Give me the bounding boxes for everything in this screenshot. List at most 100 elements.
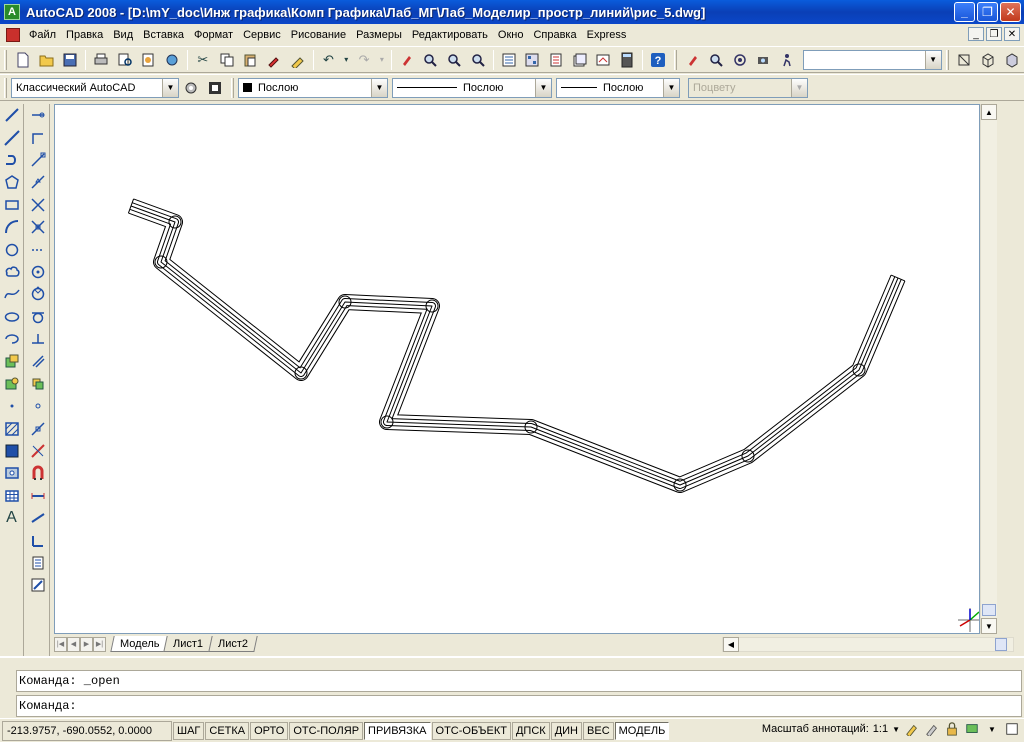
redo-icon[interactable]: ↷ xyxy=(353,49,375,71)
toggle-snap[interactable]: ШАГ xyxy=(173,721,205,740)
toggle-polar[interactable]: ОТС-ПОЛЯР xyxy=(289,721,364,740)
minimize-button[interactable]: _ xyxy=(954,2,975,22)
prev-tab-icon[interactable]: ◀ xyxy=(67,636,80,652)
new-icon[interactable] xyxy=(12,49,34,71)
snap-intersection-icon[interactable] xyxy=(27,194,49,216)
snap-node-icon[interactable] xyxy=(27,395,49,417)
snap-none-icon[interactable] xyxy=(27,440,49,462)
menu-dimension[interactable]: Размеры xyxy=(351,29,407,41)
chevron-down-icon[interactable]: ▼ xyxy=(162,78,178,97)
menu-window[interactable]: Окно xyxy=(493,29,529,41)
my-workspace-icon[interactable] xyxy=(204,77,226,99)
horizontal-scrollbar[interactable]: ◀ xyxy=(722,637,1014,652)
scroll-down-icon[interactable]: ▼ xyxy=(981,618,997,634)
toggle-ortho[interactable]: ОРТО xyxy=(250,721,289,740)
tab-layout1[interactable]: Лист1 xyxy=(163,636,214,652)
2d-wireframe-icon[interactable] xyxy=(954,49,976,71)
point-icon[interactable] xyxy=(1,395,23,417)
toolbar-grip[interactable] xyxy=(673,49,677,70)
toggle-grid[interactable]: СЕТКА xyxy=(205,721,250,740)
menu-modify[interactable]: Редактировать xyxy=(407,29,493,41)
table-icon[interactable] xyxy=(1,485,23,507)
circle-icon[interactable] xyxy=(1,238,23,260)
snap-nearest-icon[interactable] xyxy=(27,417,49,439)
multiline-text-icon[interactable]: A xyxy=(1,507,23,529)
doc-close-button[interactable]: ✕ xyxy=(1004,27,1020,41)
menu-express[interactable]: Express xyxy=(582,29,632,41)
snap-insert-icon[interactable] xyxy=(27,373,49,395)
last-tab-icon[interactable]: ▶| xyxy=(93,636,106,652)
auto-scale-icon[interactable] xyxy=(924,721,940,737)
line-icon[interactable] xyxy=(1,104,23,126)
orbit-icon[interactable] xyxy=(729,49,751,71)
doc-restore-button[interactable]: ❐ xyxy=(986,27,1002,41)
toolbar-grip[interactable] xyxy=(4,49,7,70)
snap-perpendicular-icon[interactable] xyxy=(27,328,49,350)
snap-tangent-icon[interactable] xyxy=(27,306,49,328)
annotation-scale-value[interactable]: 1:1 xyxy=(873,723,888,735)
3d-dwf-icon[interactable] xyxy=(161,49,183,71)
close-button[interactable]: ✕ xyxy=(1000,2,1021,22)
menu-edit[interactable]: Правка xyxy=(61,29,108,41)
insert-block-icon[interactable] xyxy=(1,350,23,372)
dim-ordinate-icon[interactable] xyxy=(27,529,49,551)
zoom-previous-icon[interactable] xyxy=(467,49,489,71)
toolbar-grip[interactable] xyxy=(945,49,949,70)
snap-midpoint-icon[interactable] xyxy=(27,171,49,193)
doc-minimize-button[interactable]: _ xyxy=(968,27,984,41)
first-tab-icon[interactable]: |◀ xyxy=(54,636,67,652)
sheet-set-icon[interactable] xyxy=(569,49,591,71)
lineweight-dropdown[interactable]: Послою ▼ xyxy=(556,77,680,98)
plot-preview-icon[interactable] xyxy=(114,49,136,71)
scroll-left-icon[interactable]: ◀ xyxy=(723,637,739,652)
camera-icon[interactable] xyxy=(753,49,775,71)
toolbar-grip[interactable] xyxy=(231,77,234,98)
menu-view[interactable]: Вид xyxy=(108,29,138,41)
next-tab-icon[interactable]: ▶ xyxy=(80,636,93,652)
workspace-dropdown[interactable]: Классический AutoCAD ▼ xyxy=(11,77,179,98)
dim-style-icon[interactable] xyxy=(27,552,49,574)
3d-cube-icon[interactable] xyxy=(1001,49,1023,71)
command-input[interactable]: Команда: xyxy=(16,695,1022,717)
restore-button[interactable]: ❐ xyxy=(977,2,998,22)
design-center-icon[interactable] xyxy=(521,49,543,71)
block-editor-icon[interactable] xyxy=(287,49,309,71)
named-views-dropdown[interactable]: ▼ xyxy=(803,49,942,70)
dim-edit-icon[interactable] xyxy=(27,574,49,596)
snap-from-icon[interactable] xyxy=(27,126,49,148)
drawing-canvas[interactable] xyxy=(54,104,980,634)
toggle-lwt[interactable]: ВЕС xyxy=(583,721,614,740)
pan-realtime-icon[interactable] xyxy=(682,49,704,71)
clean-screen-icon[interactable] xyxy=(1004,721,1020,737)
chevron-down-icon[interactable]: ▼ xyxy=(892,725,900,734)
ellipse-icon[interactable] xyxy=(1,306,23,328)
open-icon[interactable] xyxy=(36,49,58,71)
snap-extension-icon[interactable] xyxy=(27,238,49,260)
toggle-dyn[interactable]: ДИН xyxy=(550,721,583,740)
plot-icon[interactable] xyxy=(90,49,112,71)
toggle-model[interactable]: МОДЕЛЬ xyxy=(614,721,670,740)
gradient-icon[interactable] xyxy=(1,440,23,462)
document-icon[interactable] xyxy=(6,27,20,42)
coordinates-readout[interactable]: -213.9757, -690.0552, 0.0000 xyxy=(2,720,172,741)
make-block-icon[interactable] xyxy=(1,373,23,395)
menu-draw[interactable]: Рисование xyxy=(286,29,351,41)
snap-apparent-intersection-icon[interactable] xyxy=(27,216,49,238)
arc-icon[interactable] xyxy=(1,216,23,238)
tab-model[interactable]: Модель xyxy=(110,636,170,652)
menu-insert[interactable]: Вставка xyxy=(138,29,189,41)
hatch-icon[interactable] xyxy=(1,417,23,439)
polyline-icon[interactable] xyxy=(1,149,23,171)
snap-quadrant-icon[interactable] xyxy=(27,283,49,305)
revcloud-icon[interactable] xyxy=(1,261,23,283)
chevron-down-icon[interactable]: ▾ xyxy=(341,49,351,71)
toolbar-grip[interactable] xyxy=(4,77,7,98)
cut-icon[interactable]: ✂ xyxy=(192,49,214,71)
save-icon[interactable] xyxy=(59,49,81,71)
tool-palettes-icon[interactable] xyxy=(545,49,567,71)
chevron-down-icon[interactable]: ▾ xyxy=(377,49,387,71)
properties-icon[interactable] xyxy=(498,49,520,71)
layer-color-dropdown[interactable]: Послою ▼ xyxy=(238,77,388,98)
walk-icon[interactable] xyxy=(777,49,799,71)
copy-icon[interactable] xyxy=(216,49,238,71)
